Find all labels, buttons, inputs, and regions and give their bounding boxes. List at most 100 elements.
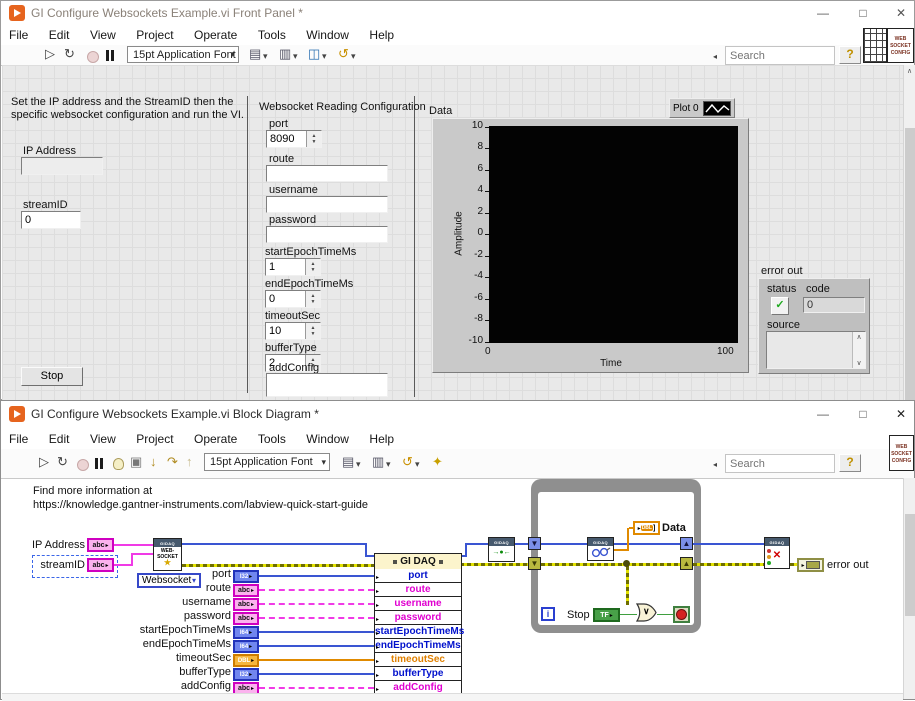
status-led[interactable]: ✓ xyxy=(771,297,789,315)
resize-objects-icon[interactable]: ◫ xyxy=(308,47,320,61)
abort-icon[interactable] xyxy=(77,459,89,471)
scroll-down-icon[interactable]: ∨ xyxy=(853,359,865,367)
highlight-execution-icon[interactable] xyxy=(113,458,124,470)
timeout-field[interactable]: ▲▼ xyxy=(265,322,321,340)
spinner[interactable]: ▲▼ xyxy=(305,259,320,275)
code-field[interactable]: 0 xyxy=(803,297,865,313)
run-icon[interactable]: ▷ xyxy=(39,455,49,469)
pause-icon[interactable] xyxy=(95,458,98,469)
source-field[interactable]: ∧ ∨ xyxy=(766,331,866,369)
stop-boolean-terminal[interactable]: TF ▸ xyxy=(593,608,620,622)
spin-down-icon[interactable]: ▼ xyxy=(311,267,316,273)
spinner[interactable]: ▲▼ xyxy=(305,291,320,307)
gidaq-websocket-node[interactable]: GIDAQ WEB- SOCKET ★ xyxy=(153,538,182,571)
username-terminal[interactable]: abc▸ xyxy=(233,598,259,611)
spin-down-icon[interactable]: ▼ xyxy=(311,299,316,305)
route-terminal[interactable]: abc▸ xyxy=(233,584,259,597)
gidaq-close-node[interactable]: GIDAQ ✕ xyxy=(764,537,790,569)
menu-window[interactable]: Window xyxy=(298,427,357,446)
menu-file[interactable]: File xyxy=(1,427,36,446)
step-into-icon[interactable]: ↓ xyxy=(150,455,157,469)
bd-maximize-button[interactable]: □ xyxy=(845,401,881,427)
scroll-up-icon[interactable]: ∧ xyxy=(853,333,865,341)
stop-button[interactable]: Stop xyxy=(21,367,83,386)
menu-edit[interactable]: Edit xyxy=(41,25,78,42)
bd-minimize-button[interactable]: — xyxy=(805,401,841,427)
spinner[interactable]: ▲▼ xyxy=(306,131,321,147)
port-terminal[interactable]: I32▸ xyxy=(233,570,259,583)
help-button[interactable]: ? xyxy=(839,454,861,472)
timeout-terminal[interactable]: DBL▸ xyxy=(233,654,259,667)
addconfig-field[interactable] xyxy=(266,373,388,397)
fp-maximize-button[interactable]: □ xyxy=(845,1,881,25)
menu-view[interactable]: View xyxy=(82,427,124,446)
endepoch-field[interactable]: ▲▼ xyxy=(265,290,321,308)
retain-wire-values-icon[interactable]: ▣ xyxy=(130,455,142,469)
font-selector[interactable]: 15pt Application Font ▾ xyxy=(204,453,330,471)
gidaq-read-node[interactable]: GIDAQ xyxy=(587,537,614,561)
reorder-icon[interactable]: ↺ xyxy=(338,47,349,61)
spin-down-icon[interactable]: ▼ xyxy=(311,331,316,337)
menu-edit[interactable]: Edit xyxy=(41,427,78,446)
bd-vertical-scrollbar[interactable] xyxy=(903,478,915,699)
menu-operate[interactable]: Operate xyxy=(186,25,245,42)
vi-icon[interactable]: WEB SOCKET CONFIG xyxy=(889,435,914,471)
node-row-port[interactable]: ▸port xyxy=(374,569,462,583)
startepoch-terminal[interactable]: I64▸ xyxy=(233,626,259,639)
startepoch-field[interactable]: ▲▼ xyxy=(265,258,321,276)
run-icon[interactable]: ▷ xyxy=(45,47,55,61)
chevron-down-icon[interactable]: ▾ xyxy=(386,457,391,471)
align-objects-icon[interactable]: ▤ xyxy=(342,455,354,469)
fp-vertical-scrollbar[interactable]: ∧ xyxy=(903,65,915,400)
spin-down-icon[interactable]: ▼ xyxy=(312,139,317,145)
scrollbar-thumb[interactable] xyxy=(905,128,915,400)
menu-help[interactable]: Help xyxy=(361,427,402,446)
vi-grid-icon[interactable] xyxy=(863,28,887,63)
route-field[interactable] xyxy=(266,165,388,182)
node-row-buffertype[interactable]: ▸bufferType xyxy=(374,667,462,681)
reorder-icon[interactable]: ↺ xyxy=(402,455,413,469)
menu-help[interactable]: Help xyxy=(361,25,402,42)
node-row-route[interactable]: ▸route xyxy=(374,583,462,597)
error-out-terminal[interactable]: ▸ xyxy=(797,558,824,572)
source-scrollbar[interactable]: ∧ ∨ xyxy=(852,332,865,368)
pause-icon[interactable] xyxy=(100,458,103,469)
gi-daq-node-header[interactable]: GI DAQ xyxy=(374,553,462,570)
shift-register-right[interactable]: ▲ xyxy=(680,557,693,570)
shift-register-left[interactable]: ▼ xyxy=(528,537,541,550)
shift-register-right[interactable]: ▲ xyxy=(680,537,693,550)
step-out-icon[interactable]: ↑ xyxy=(186,455,193,469)
buffertype-terminal[interactable]: I32▸ xyxy=(233,668,259,681)
endepoch-terminal[interactable]: I64▸ xyxy=(233,640,259,653)
distribute-objects-icon[interactable]: ▥ xyxy=(279,47,291,61)
shift-register-left[interactable]: ▼ xyxy=(528,557,541,570)
fp-minimize-button[interactable]: — xyxy=(805,1,841,25)
align-objects-icon[interactable]: ▤ xyxy=(249,47,261,61)
pause-icon[interactable] xyxy=(111,50,114,61)
pause-icon[interactable] xyxy=(106,50,109,61)
node-row-timeout[interactable]: ▸timeoutSec xyxy=(374,653,462,667)
node-row-startepoch[interactable]: ▸startEpochTimeMs xyxy=(374,625,462,639)
username-field[interactable] xyxy=(266,196,388,213)
font-selector[interactable]: 15pt Application Font ▾ xyxy=(127,46,239,63)
or-function[interactable]: ∨ xyxy=(635,602,658,623)
vi-icon[interactable]: WEB SOCKET CONFIG xyxy=(887,28,914,63)
abort-icon[interactable] xyxy=(87,51,99,63)
collapse-search-icon[interactable]: ◂ xyxy=(713,50,717,64)
menu-operate[interactable]: Operate xyxy=(186,427,245,446)
chevron-down-icon[interactable]: ▾ xyxy=(263,49,268,63)
collapse-search-icon[interactable]: ◂ xyxy=(713,458,717,472)
plot-style-icon[interactable] xyxy=(703,101,731,116)
node-row-password[interactable]: ▸password xyxy=(374,611,462,625)
port-field[interactable]: ▲▼ xyxy=(266,130,322,148)
help-button[interactable]: ? xyxy=(839,46,861,64)
node-row-endepoch[interactable]: ▸endEpochTimeMs xyxy=(374,639,462,653)
plot-legend[interactable]: Plot 0 xyxy=(669,98,735,118)
password-field[interactable] xyxy=(266,226,388,243)
plot-area[interactable] xyxy=(489,126,738,343)
menu-file[interactable]: File xyxy=(1,25,36,42)
gidaq-connect-node[interactable]: GIDAQ →●← xyxy=(488,537,515,562)
chevron-down-icon[interactable]: ▾ xyxy=(351,49,356,63)
data-indicator-terminal[interactable]: ▸ DBL ] xyxy=(633,521,660,535)
ip-address-field[interactable] xyxy=(21,157,103,175)
